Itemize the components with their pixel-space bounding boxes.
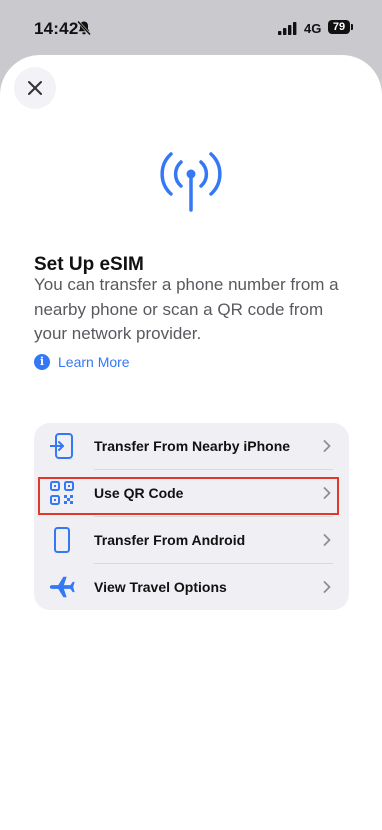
status-bar: 14:42 4G 79 <box>0 0 382 55</box>
esim-options-list: Transfer From Nearby iPhone Use QR Code <box>34 423 349 610</box>
android-phone-icon <box>48 526 76 554</box>
transfer-phone-icon <box>48 432 76 460</box>
info-icon: i <box>34 354 50 370</box>
learn-more-link[interactable]: i Learn More <box>34 354 130 370</box>
antenna-signal-icon <box>160 152 222 212</box>
learn-more-label: Learn More <box>58 354 130 370</box>
battery-level: 79 <box>328 20 350 34</box>
close-button[interactable] <box>14 67 56 109</box>
page-description: You can transfer a phone number from a n… <box>34 275 339 343</box>
cellular-signal-icon <box>278 22 297 35</box>
network-type: 4G <box>304 21 322 36</box>
status-time: 14:42 <box>34 19 79 38</box>
battery-tip <box>351 24 353 30</box>
airplane-icon <box>48 573 76 601</box>
option-transfer-nearby-iphone[interactable]: Transfer From Nearby iPhone <box>34 423 349 469</box>
chevron-right-icon <box>323 581 331 593</box>
option-transfer-from-android[interactable]: Transfer From Android <box>34 517 349 563</box>
option-label: View Travel Options <box>94 579 227 595</box>
option-label: Transfer From Android <box>94 532 246 548</box>
chevron-right-icon <box>323 440 331 452</box>
option-label: Transfer From Nearby iPhone <box>94 438 291 454</box>
option-view-travel-options[interactable]: View Travel Options <box>34 564 349 610</box>
chevron-right-icon <box>323 534 331 546</box>
close-icon <box>28 81 42 95</box>
silent-bell-icon <box>77 20 91 36</box>
selection-highlight <box>38 477 339 515</box>
